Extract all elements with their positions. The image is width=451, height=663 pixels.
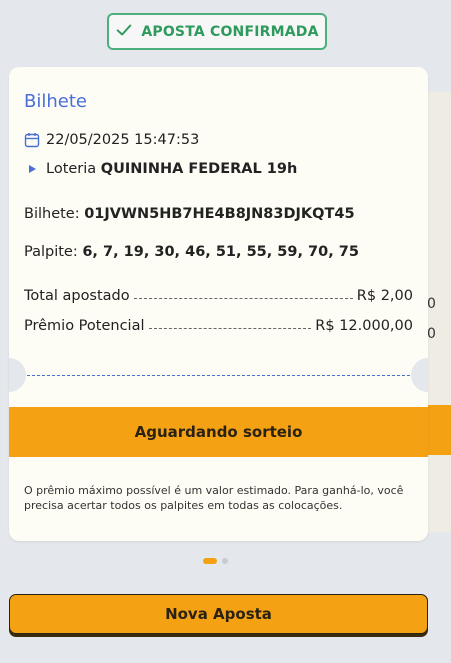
lottery-name: QUININHA FEDERAL 19h (100, 161, 298, 177)
ticket-title: Bilhete (24, 91, 87, 112)
dotted-leader (148, 327, 312, 329)
ticket-code-row: Bilhete: 01JVWN5HB7HE4B8JN83DJKQT45 (24, 206, 355, 222)
guess-row: Palpite: 6, 7, 19, 30, 46, 51, 55, 59, 7… (24, 244, 359, 260)
ticket-code: 01JVWN5HB7HE4B8JN83DJKQT45 (84, 206, 355, 222)
potential-prize-label: Prêmio Potencial (24, 318, 145, 334)
ticket-notch-right (411, 358, 428, 392)
potential-prize-value: R$ 12.000,00 (315, 318, 413, 334)
lottery-prefix: Loteria (46, 161, 97, 177)
lottery-row: Loteria QUININHA FEDERAL 19h (24, 161, 297, 177)
total-bet-value: R$ 2,00 (356, 288, 413, 304)
pager-dot[interactable] (222, 558, 228, 564)
play-icon (24, 161, 40, 177)
guess-values: 6, 7, 19, 30, 46, 51, 55, 59, 70, 75 (82, 244, 359, 260)
check-icon (115, 21, 133, 43)
total-bet-label: Total apostado (24, 288, 130, 304)
next-ticket-peek-value: 0 (427, 326, 436, 342)
ticket-datetime-row: 22/05/2025 15:47:53 (24, 132, 199, 148)
dotted-leader (133, 297, 353, 299)
draw-status-text: Aguardando sorteio (134, 423, 303, 441)
new-bet-button[interactable]: Nova Aposta (9, 594, 428, 634)
ticket-datetime: 22/05/2025 15:47:53 (46, 132, 200, 148)
guess-label: Palpite: (24, 244, 78, 260)
ticket-separator (27, 375, 410, 376)
badge-label: APOSTA CONFIRMADA (141, 23, 319, 40)
pager-dots (203, 558, 228, 564)
ticket-card: Bilhete 22/05/2025 15:47:53 Loteria QUIN… (9, 67, 428, 541)
ticket-notch-left (9, 358, 26, 392)
draw-status-bar: Aguardando sorteio (9, 407, 428, 457)
new-bet-label: Nova Aposta (165, 605, 272, 623)
ticket-code-label: Bilhete: (24, 206, 80, 222)
potential-prize-row: Prêmio Potencial R$ 12.000,00 (24, 318, 413, 334)
confirmation-badge: APOSTA CONFIRMADA (107, 13, 327, 50)
prize-disclaimer: O prêmio máximo possível é um valor esti… (24, 484, 404, 512)
pager-dot-active[interactable] (203, 558, 217, 564)
total-bet-row: Total apostado R$ 2,00 (24, 288, 413, 304)
next-ticket-peek-value: 0 (427, 296, 436, 312)
calendar-icon (24, 132, 40, 148)
